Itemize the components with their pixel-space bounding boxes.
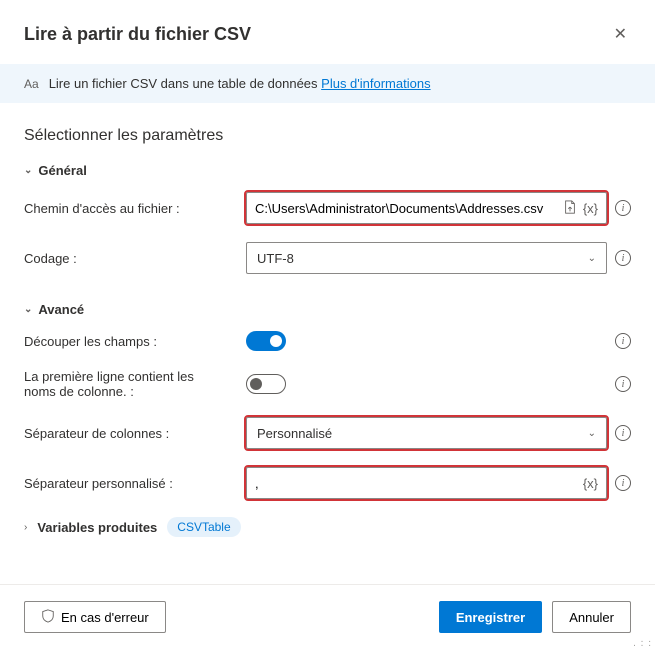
label-encoding: Codage :: [24, 251, 234, 266]
banner-text: Lire un fichier CSV dans une table de do…: [49, 76, 431, 91]
label-custom-separator: Séparateur personnalisé :: [24, 476, 234, 491]
variable-pill[interactable]: CSVTable: [167, 517, 240, 537]
info-icon[interactable]: i: [615, 425, 631, 441]
chevron-right-icon: ›: [24, 522, 27, 533]
group-label-general: Général: [38, 163, 86, 178]
custom-separator-input-wrap[interactable]: {x}: [246, 467, 607, 499]
dialog-content: Sélectionner les paramètres ⌄ Général Ch…: [0, 103, 655, 561]
info-icon[interactable]: i: [615, 250, 631, 266]
on-error-label: En cas d'erreur: [61, 610, 149, 625]
dialog-header: Lire à partir du fichier CSV ✕: [0, 0, 655, 64]
row-column-separator: Séparateur de colonnes : Personnalisé ⌄ …: [24, 417, 631, 449]
close-icon: ✕: [614, 26, 627, 43]
encoding-value: UTF-8: [257, 251, 294, 266]
row-file-path: Chemin d'accès au fichier : {x} i: [24, 192, 631, 224]
text-format-icon: Aa: [24, 77, 39, 91]
shield-icon: [41, 609, 55, 626]
on-error-button[interactable]: En cas d'erreur: [24, 601, 166, 633]
variables-row[interactable]: › Variables produites CSVTable: [24, 517, 631, 537]
chevron-down-icon: ⌄: [24, 165, 32, 176]
info-icon[interactable]: i: [615, 200, 631, 216]
row-first-line-headers: La première ligne contient les noms de c…: [24, 369, 631, 399]
trim-fields-toggle[interactable]: [246, 331, 286, 351]
group-header-advanced[interactable]: ⌄ Avancé: [24, 302, 631, 317]
cancel-button[interactable]: Annuler: [552, 601, 631, 633]
file-path-input-wrap[interactable]: {x}: [246, 192, 607, 224]
column-separator-select[interactable]: Personnalisé ⌄: [246, 417, 607, 449]
info-icon[interactable]: i: [615, 376, 631, 392]
group-header-general[interactable]: ⌄ Général: [24, 163, 631, 178]
info-icon[interactable]: i: [615, 333, 631, 349]
group-label-advanced: Avancé: [38, 302, 84, 317]
info-icon[interactable]: i: [615, 475, 631, 491]
save-button[interactable]: Enregistrer: [439, 601, 542, 633]
label-column-separator: Séparateur de colonnes :: [24, 426, 234, 441]
label-trim-fields: Découper les champs :: [24, 334, 234, 349]
first-line-headers-toggle[interactable]: [246, 374, 286, 394]
resize-handle-icon[interactable]: . .. . .: [633, 638, 652, 646]
dialog-title: Lire à partir du fichier CSV: [24, 24, 251, 45]
variable-token-icon[interactable]: {x}: [583, 201, 598, 216]
close-button[interactable]: ✕: [610, 20, 631, 48]
row-encoding: Codage : UTF-8 ⌄ i: [24, 242, 631, 274]
variable-token-icon[interactable]: {x}: [583, 476, 598, 491]
chevron-down-icon: ⌄: [24, 304, 32, 315]
file-path-input[interactable]: [255, 201, 563, 216]
label-first-line-headers: La première ligne contient les noms de c…: [24, 369, 234, 399]
chevron-down-icon: ⌄: [588, 253, 596, 264]
label-file-path: Chemin d'accès au fichier :: [24, 201, 234, 216]
dialog-footer: En cas d'erreur Enregistrer Annuler: [0, 584, 655, 649]
variables-label: Variables produites: [37, 520, 157, 535]
row-trim-fields: Découper les champs : i: [24, 331, 631, 351]
row-custom-separator: Séparateur personnalisé : {x} i: [24, 467, 631, 499]
info-banner: Aa Lire un fichier CSV dans une table de…: [0, 64, 655, 103]
encoding-select[interactable]: UTF-8 ⌄: [246, 242, 607, 274]
custom-separator-input[interactable]: [255, 476, 583, 491]
chevron-down-icon: ⌄: [588, 428, 596, 439]
more-info-link[interactable]: Plus d'informations: [321, 76, 430, 91]
column-separator-value: Personnalisé: [257, 426, 332, 441]
browse-file-icon[interactable]: [563, 200, 577, 217]
section-title: Sélectionner les paramètres: [24, 127, 631, 145]
